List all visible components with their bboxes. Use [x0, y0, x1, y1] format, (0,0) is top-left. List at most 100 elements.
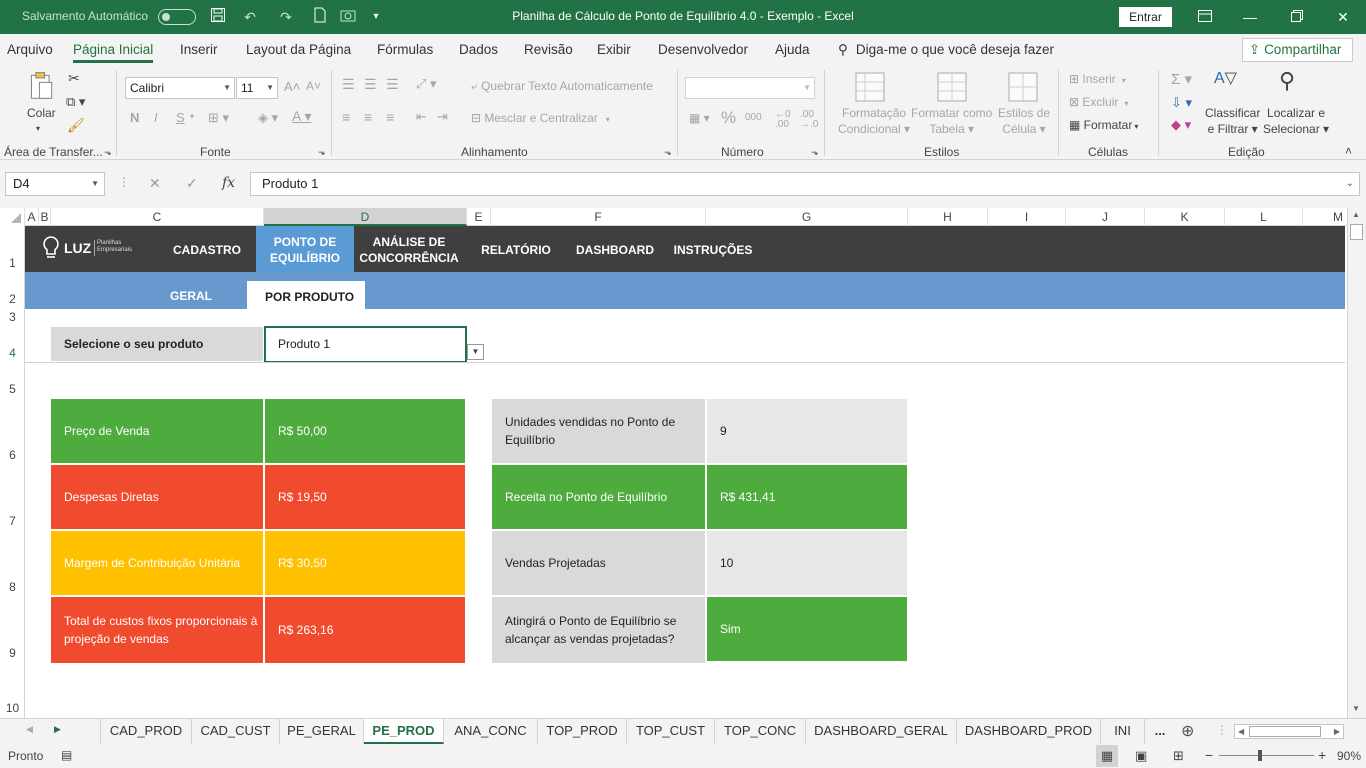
name-box[interactable]: D4 ▼	[5, 172, 105, 196]
camera-icon[interactable]	[338, 7, 358, 27]
shrink-font-icon[interactable]: A˅	[306, 79, 321, 93]
font-color-icon[interactable]: A ▾	[292, 108, 311, 125]
collapse-ribbon-icon[interactable]: ˄	[1345, 144, 1352, 158]
signin-button[interactable]: Entrar	[1119, 7, 1172, 27]
scroll-up-icon[interactable]: ▲	[1352, 210, 1360, 219]
zoom-level[interactable]: 90%	[1337, 749, 1361, 763]
column-header[interactable]: A	[25, 208, 39, 226]
tab-inserir[interactable]: Inserir	[180, 42, 218, 57]
cut-icon[interactable]: ✂	[68, 70, 80, 87]
scroll-thumb[interactable]	[1249, 726, 1321, 737]
chevron-down-icon[interactable]: ▾	[190, 112, 194, 121]
paste-dropdown-icon[interactable]: ▾	[36, 124, 40, 133]
tab-exibir[interactable]: Exibir	[597, 42, 631, 57]
cell-styles-icon[interactable]	[1008, 72, 1038, 102]
align-right-icon[interactable]: ≡	[386, 109, 394, 125]
zoom-slider-thumb[interactable]	[1258, 750, 1262, 761]
font-launcher-icon[interactable]: ⬎	[318, 147, 326, 158]
scroll-right-icon[interactable]: ▶	[1334, 725, 1340, 738]
nav-cadastro[interactable]: CADASTRO	[170, 242, 244, 258]
wrap-text-button[interactable]: ⤶ Quebrar Texto Automaticamente	[471, 79, 653, 94]
alignment-launcher-icon[interactable]: ⬎	[664, 147, 672, 158]
sheet-tab[interactable]: ANA_CONC	[444, 719, 538, 744]
row-header[interactable]: 3	[0, 310, 25, 324]
conditional-formatting-button[interactable]: Formatação Condicional ▾	[838, 105, 910, 137]
column-header[interactable]: G	[706, 208, 908, 226]
tab-scroll-left-icon[interactable]: ◀	[26, 724, 33, 735]
decrease-indent-icon[interactable]: ⇤	[416, 109, 427, 125]
zoom-slider[interactable]	[1219, 755, 1314, 756]
clipboard-launcher-icon[interactable]: ⬎	[104, 147, 112, 158]
scroll-thumb[interactable]	[1350, 224, 1363, 240]
row-header[interactable]: 2	[0, 292, 25, 306]
nav-analise-concorrencia[interactable]: ANÁLISE DE CONCORRÊNCIA	[359, 234, 459, 266]
copy-icon[interactable]: ⧉ ▾	[66, 94, 85, 110]
column-header[interactable]: I	[988, 208, 1066, 226]
clear-icon[interactable]: ◆ ▾	[1171, 117, 1191, 133]
font-name-select[interactable]: Calibri ▼	[125, 77, 235, 99]
sheet-tab[interactable]: INI	[1101, 719, 1145, 744]
format-as-table-icon[interactable]	[937, 72, 967, 102]
nav-ponto-equilibrio[interactable]: PONTO DE EQUILÍBRIO	[256, 234, 354, 266]
column-header-selected[interactable]: D	[264, 208, 467, 226]
sheet-tab[interactable]: DASHBOARD_GERAL	[806, 719, 957, 744]
add-sheet-icon[interactable]: ⊕	[1181, 721, 1194, 741]
normal-view-icon[interactable]: ▦	[1096, 745, 1118, 767]
save-icon[interactable]	[208, 7, 228, 27]
insert-cells-button[interactable]: ⊞ Inserir ▾	[1069, 72, 1126, 86]
nav-relatorio[interactable]: RELATÓRIO	[479, 242, 553, 258]
find-select-icon[interactable]: ⚲	[1279, 68, 1295, 94]
align-middle-icon[interactable]: ☰	[364, 76, 377, 93]
row-header[interactable]: 8	[0, 580, 25, 594]
insert-function-icon[interactable]: fx	[222, 175, 235, 191]
row-header[interactable]: 1	[0, 256, 25, 270]
column-header[interactable]: M	[1303, 208, 1347, 226]
column-header[interactable]: J	[1066, 208, 1145, 226]
row-header[interactable]: 9	[0, 646, 25, 660]
find-select-button[interactable]: Localizar e Selecionar ▾	[1263, 105, 1329, 137]
accounting-format-icon[interactable]: ▦ ▾	[689, 111, 710, 125]
tab-scroll-right-icon[interactable]: ▶	[54, 724, 61, 735]
column-header[interactable]: B	[39, 208, 51, 226]
column-header[interactable]: C	[51, 208, 264, 226]
restore-icon[interactable]	[1287, 7, 1307, 27]
sheet-tab[interactable]: TOP_PROD	[538, 719, 627, 744]
tab-revisao[interactable]: Revisão	[524, 42, 573, 57]
grow-font-icon[interactable]: A˄	[284, 79, 300, 94]
format-painter-icon[interactable]: 🖌	[67, 117, 85, 134]
sheet-tab[interactable]: TOP_CONC	[715, 719, 806, 744]
sheet-tab[interactable]: PE_GERAL	[280, 719, 364, 744]
ribbon-display-icon[interactable]	[1195, 7, 1215, 27]
scroll-down-icon[interactable]: ▼	[1352, 704, 1360, 713]
column-header[interactable]: L	[1225, 208, 1303, 226]
bold-button[interactable]: N	[130, 110, 139, 125]
nav-instrucoes[interactable]: INSTRUÇÕES	[673, 242, 753, 258]
more-sheets-button[interactable]: ...	[1145, 719, 1175, 744]
page-layout-view-icon[interactable]: ▣	[1135, 748, 1147, 764]
close-icon[interactable]: ✕	[1333, 7, 1353, 27]
page-break-view-icon[interactable]: ⊞	[1173, 748, 1184, 764]
align-left-icon[interactable]: ≡	[342, 109, 350, 125]
row-header[interactable]: 6	[0, 448, 25, 462]
tab-formulas[interactable]: Fórmulas	[377, 42, 433, 57]
paste-label[interactable]: Colar	[27, 106, 56, 120]
fill-color-icon[interactable]: ◈ ▾	[258, 110, 278, 126]
format-as-table-button[interactable]: Formatar como Tabela ▾	[911, 105, 992, 137]
sheet-tab[interactable]: CAD_PROD	[100, 719, 192, 744]
row-header-selected[interactable]: 4	[0, 346, 25, 360]
document-icon[interactable]	[310, 7, 330, 27]
tell-me-search[interactable]: ⚲ Diga-me o que você deseja fazer	[838, 42, 1054, 58]
subnav-geral[interactable]: GERAL	[170, 289, 212, 303]
autosave-toggle[interactable]	[158, 9, 196, 25]
cell-styles-button[interactable]: Estilos de Célula ▾	[998, 105, 1050, 137]
increase-indent-icon[interactable]: ⇥	[437, 109, 448, 125]
tab-desenvolvedor[interactable]: Desenvolvedor	[658, 42, 748, 57]
align-center-icon[interactable]: ≡	[364, 109, 372, 125]
paste-icon[interactable]	[27, 70, 57, 100]
autosum-icon[interactable]: Σ ▾	[1171, 70, 1192, 88]
increase-decimal-icon[interactable]: ←0.00	[775, 110, 791, 130]
select-all-corner[interactable]	[0, 208, 25, 226]
nav-dashboard[interactable]: DASHBOARD	[573, 242, 657, 258]
underline-button[interactable]: S	[176, 110, 185, 125]
comma-style-button[interactable]: 000	[745, 112, 762, 123]
